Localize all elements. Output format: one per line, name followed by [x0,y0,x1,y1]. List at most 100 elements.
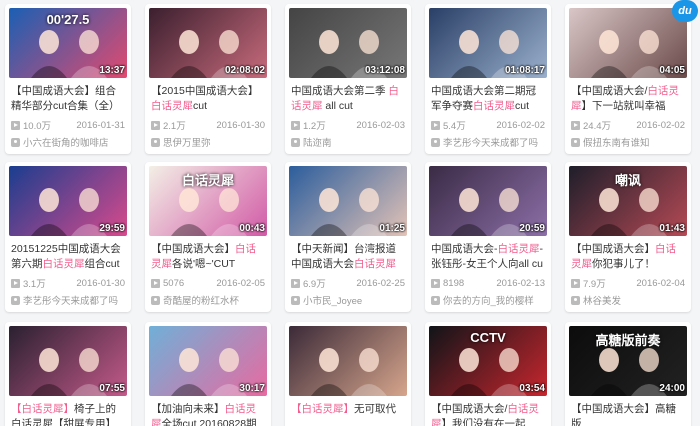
uploader-name: 奇酷屋的粉红水杯 [163,296,240,307]
video-card[interactable]: 01:25 【中天新闻】台湾报道中国成语大会白话灵犀组合cut 6.9万 2016-… [285,162,411,312]
video-duration: 03:54 [519,383,545,394]
title-prefix: 【中国成语大会/ [571,85,648,97]
video-duration: 07:55 [99,383,125,394]
play-count: 6.9万 [291,276,326,290]
uploader-name: 李艺彤今天来成都了吗 [23,296,119,307]
thumbnail-caption: 白话灵犀 [181,173,234,188]
uploader[interactable]: 奇酷屋的粉红水杯 [151,293,265,307]
title-prefix: 【中国成语大会】 [11,85,95,97]
play-count: 8198 [431,278,464,289]
uploader-icon [431,137,440,147]
uploader[interactable]: 你去的方向_我的樱样 [431,293,545,307]
uploader[interactable]: 李艺彤今天来成都了吗 [431,135,545,149]
uploader[interactable]: 小市民_Joyee [291,293,405,307]
uploader[interactable]: 林谷美发 [571,293,685,307]
video-card[interactable]: 【白话灵犀】无可取代 [285,322,411,426]
video-thumbnail[interactable]: 03:12:08 [289,8,407,78]
uploader-name: 林谷美发 [583,296,622,307]
title-rest: cut [193,100,208,112]
video-card[interactable]: 白话灵犀 00:43 【中国成语大会】白话灵犀各说'嗯~'CUT 5076 2016-… [145,162,271,312]
uploader[interactable]: 思伊万里弥 [151,135,265,149]
video-card[interactable]: 07:55 【白话灵犀】椅子上的白话灵犀【甜屏专用】（中国成 [5,322,131,426]
play-count: 5076 [151,278,184,289]
video-title[interactable]: 中国成语大会-白话灵犀-张钰彤-女王个人向all cut [431,242,545,272]
video-thumbnail[interactable]: 01:08:17 [429,8,547,78]
play-count: 10.0万 [11,118,51,132]
video-meta: 8198 2016-02-13 [431,276,545,290]
uploader[interactable]: 陆迩南 [291,135,405,149]
video-title[interactable]: 【中国成语大会/白话灵犀】下一站就叫幸福（张钰纬& [571,84,685,114]
video-card[interactable]: 00'27.5 13:37 【中国成语大会】组合精华部分cut合集（全） 10.0万 … [5,4,131,154]
video-thumbnail[interactable]: 30:17 [149,326,267,396]
video-card[interactable]: 04:05 【中国成语大会/白话灵犀】下一站就叫幸福（张钰纬&24.4万 2016… [565,4,691,154]
thumbnail-image [289,326,407,396]
uploader-name: 假扭东南有谁知 [583,138,650,149]
video-duration: 01:25 [379,223,405,234]
video-title[interactable]: 20151225中国成语大会第六期白话灵犀组合cut [11,242,125,272]
play-count-icon [151,120,160,130]
video-thumbnail[interactable]: 高糖版前奏 24:00 [569,326,687,396]
thumbnail-caption: 嘲讽 [614,173,641,188]
video-thumbnail[interactable]: 白话灵犀 00:43 [149,166,267,236]
uploader-icon [11,295,20,305]
video-title[interactable]: 【白话灵犀】椅子上的白话灵犀【甜屏专用】（中国成 [11,402,125,426]
video-title[interactable]: 中国成语大会第二季 白话灵犀 all cut [291,84,405,114]
video-title[interactable]: 【中国成语大会】高糖版 [571,402,685,426]
video-card[interactable]: 30:17 【加油向未来】白话灵犀全场cut 20160828期 [145,322,271,426]
video-card[interactable]: 高糖版前奏 24:00 【中国成语大会】高糖版 [565,322,691,426]
play-count: 24.4万 [571,118,611,132]
video-duration: 03:12:08 [364,65,405,76]
video-card[interactable]: 嘲讽 01:43 【中国成语大会】白话灵犀你犯事儿了！ 7.9万 2016-02-04… [565,162,691,312]
video-title[interactable]: 【中天新闻】台湾报道中国成语大会白话灵犀组合cut [291,242,405,272]
video-title[interactable]: 【中国成语大会】组合精华部分cut合集（全） [11,84,125,114]
video-title[interactable]: 中国成语大会第二期冠军争夺赛白话灵犀cut [431,84,545,114]
du-logo-icon[interactable]: du [672,0,698,22]
uploader[interactable]: 李艺彤今天来成都了吗 [11,293,125,307]
video-title[interactable]: 【中国成语大会】白话灵犀你犯事儿了！ [571,242,685,272]
video-duration: 00:43 [239,223,265,234]
title-rest: 组合cut [84,258,120,270]
video-thumbnail[interactable]: 02:08:02 [149,8,267,78]
play-count-value: 5076 [163,277,185,289]
video-thumbnail[interactable]: 01:25 [289,166,407,236]
video-thumbnail[interactable]: 20:59 [429,166,547,236]
video-thumbnail[interactable]: 00'27.5 13:37 [9,8,127,78]
play-count-icon [11,278,20,288]
video-card[interactable]: 01:08:17 中国成语大会第二期冠军争夺赛白话灵犀cut 5.4万 2016-0… [425,4,551,154]
video-title[interactable]: 【白话灵犀】无可取代 [291,402,405,426]
title-prefix: 中国成语大会第二季 [291,85,389,97]
video-title[interactable]: 【中国成语大会】白话灵犀各说'嗯~'CUT [151,242,265,272]
video-title[interactable]: 【2015中国成语大会】白话灵犀cut [151,84,265,114]
video-card[interactable]: CCTV 03:54 【中国成语大会/白话灵犀】我们没有在一起 [425,322,551,426]
play-count-value: 1.2万 [303,121,326,132]
video-thumbnail[interactable]: CCTV 03:54 [429,326,547,396]
uploader[interactable]: 小六在街角的咖啡店 [11,135,125,149]
thumbnail-caption: CCTV [470,330,506,345]
play-count-value: 6.9万 [303,279,326,290]
video-card[interactable]: 02:08:02 【2015中国成语大会】白话灵犀cut 2.1万 2016-01-… [145,4,271,154]
video-card[interactable]: 29:59 20151225中国成语大会第六期白话灵犀组合cut 3.1万 2016… [5,162,131,312]
video-title[interactable]: 【中国成语大会/白话灵犀】我们没有在一起 [431,402,545,426]
uploader-name: 小市民_Joyee [303,296,363,307]
video-meta: 6.9万 2016-02-25 [291,276,405,290]
video-thumbnail[interactable]: 04:05 [569,8,687,78]
video-card[interactable]: 20:59 中国成语大会-白话灵犀-张钰彤-女王个人向all cut 8198 20… [425,162,551,312]
video-title[interactable]: 【加油向未来】白话灵犀全场cut 20160828期 [151,402,265,426]
uploader[interactable]: 假扭东南有谁知 [571,135,685,149]
video-thumbnail[interactable]: 07:55 [9,326,127,396]
play-count: 3.1万 [11,276,46,290]
play-count-icon [291,120,300,130]
upload-date: 2016-02-04 [636,277,685,289]
uploader-name: 小六在街角的咖啡店 [23,138,109,149]
video-thumbnail[interactable]: 29:59 [9,166,127,236]
uploader-icon [571,137,580,147]
play-count-icon [151,278,160,288]
title-prefix: 【中国成语大会】 [151,243,235,255]
video-thumbnail[interactable]: 嘲讽 01:43 [569,166,687,236]
video-thumbnail[interactable] [289,326,407,396]
play-count: 7.9万 [571,276,606,290]
title-rest: cut [515,100,530,112]
video-card[interactable]: 03:12:08 中国成语大会第二季 白话灵犀 all cut 1.2万 2016-… [285,4,411,154]
uploader-icon [151,295,160,305]
play-count-value: 7.9万 [583,279,606,290]
